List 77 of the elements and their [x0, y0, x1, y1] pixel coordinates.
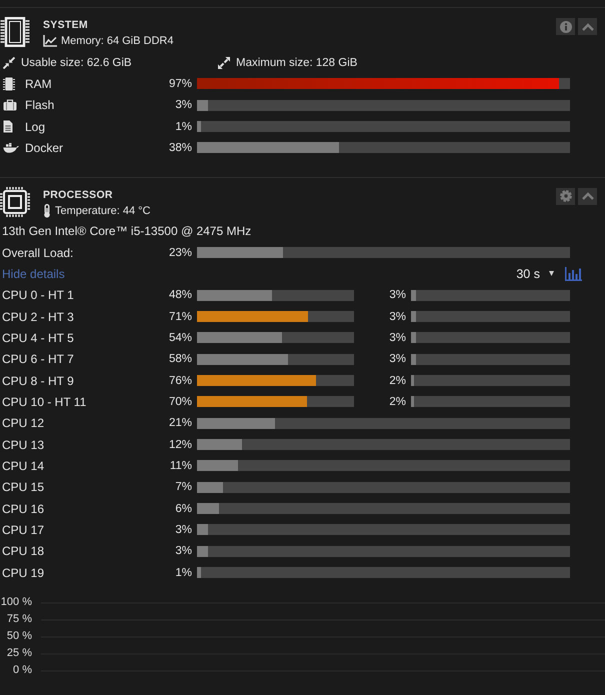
- cpu-label: CPU 19: [2, 566, 46, 580]
- maximum-size: Maximum size: 128 GiB: [236, 56, 358, 69]
- section-title: PROCESSOR: [43, 188, 113, 202]
- document-icon: [3, 120, 13, 134]
- cpu-percent: 70%: [168, 396, 192, 408]
- settings-button[interactable]: [556, 188, 575, 205]
- cpu-label: CPU 12: [2, 416, 46, 430]
- usage-label: Docker: [25, 140, 64, 155]
- cpu-percent: 12%: [168, 438, 192, 451]
- caret-icon: [549, 271, 554, 276]
- usable-size: Usable size: 62.6 GiB: [21, 56, 132, 69]
- cpu-percent: 76%: [168, 374, 192, 387]
- usage-label: Flash: [25, 98, 54, 112]
- cpu-percent: 71%: [168, 310, 192, 323]
- expand-arrows-icon: [218, 56, 230, 69]
- usage-percent: 1%: [174, 120, 192, 133]
- settings-icon: [560, 190, 572, 202]
- cpu-label: CPU 14: [2, 458, 46, 473]
- cpu-percent: 3%: [174, 545, 192, 558]
- cpu-percent: 58%: [168, 353, 192, 366]
- cpu-percent: 3%: [174, 524, 192, 536]
- processor-model: 13th Gen Intel® Core™ i5-13500 @ 2475 MHz: [2, 224, 252, 238]
- y-axis-label: 75 %: [6, 613, 32, 626]
- usage-label: RAM: [25, 76, 52, 91]
- chevron-up-icon: [582, 22, 594, 30]
- overall-load-label: Overall Load:: [2, 246, 74, 260]
- usage-percent: 38%: [168, 142, 192, 154]
- cpu-percent: 1%: [174, 566, 192, 579]
- y-axis-label: 50 %: [6, 630, 32, 642]
- usage-label: Log: [25, 120, 46, 134]
- memory-module-icon: [3, 76, 15, 91]
- cpu-label: CPU 2 - HT 3: [2, 310, 75, 324]
- thread-percent: 2%: [388, 374, 406, 387]
- overall-load-percent: 23%: [168, 246, 192, 259]
- usage-percent: 97%: [168, 78, 192, 90]
- interval-dropdown[interactable]: 30 s: [516, 266, 554, 281]
- thread-percent: 3%: [388, 332, 406, 344]
- cpu-label: CPU 18: [2, 544, 46, 558]
- cpu-label: CPU 6 - HT 7: [2, 352, 75, 366]
- y-axis-label: 0 %: [13, 664, 32, 676]
- thermometer-icon: [43, 204, 51, 218]
- cargo-boat-icon: [3, 142, 19, 153]
- y-axis-label: 100 %: [0, 596, 32, 608]
- cpu-percent: 11%: [168, 460, 192, 472]
- cpu-percent: 54%: [168, 332, 192, 344]
- cpu-label: CPU 13: [2, 438, 46, 452]
- cpu-label: CPU 0 - HT 1: [2, 288, 75, 302]
- compress-arrows-icon: [3, 56, 15, 69]
- cpu-percent: 21%: [168, 417, 192, 430]
- temperature-info: Temperature: 44 °C: [55, 204, 150, 218]
- cpu-percent: 48%: [168, 289, 192, 302]
- info-icon: [560, 20, 572, 32]
- cpu-label: CPU 16: [2, 502, 46, 516]
- thread-percent: 3%: [388, 289, 406, 302]
- usage-percent: 3%: [174, 99, 192, 112]
- info-button[interactable]: [556, 18, 575, 35]
- thread-percent: 3%: [388, 310, 406, 323]
- memory-chip-icon: [0, 17, 30, 47]
- bar-chart-icon[interactable]: [565, 266, 582, 281]
- cpu-label: CPU 8 - HT 9: [2, 374, 75, 388]
- cpu-percent: 6%: [174, 502, 192, 515]
- cpu-label: CPU 4 - HT 5: [2, 330, 75, 345]
- thread-percent: 2%: [388, 396, 406, 408]
- memory-info: Memory: 64 GiB DDR4: [61, 34, 174, 48]
- collapse-button[interactable]: [578, 18, 597, 35]
- cpu-label: CPU 15: [2, 480, 46, 494]
- collapse-button[interactable]: [578, 188, 597, 205]
- cpu-label: CPU 17: [2, 522, 46, 537]
- cpu-percent: 7%: [174, 481, 192, 494]
- section-title: SYSTEM: [43, 18, 88, 32]
- cpu-label: CPU 10 - HT 11: [2, 394, 88, 409]
- chevron-up-icon: [582, 192, 594, 200]
- briefcase-icon: [3, 99, 17, 112]
- line-chart-icon: [43, 35, 57, 47]
- thread-percent: 3%: [388, 353, 406, 366]
- y-axis-label: 25 %: [6, 647, 32, 660]
- processor-icon: [0, 186, 30, 217]
